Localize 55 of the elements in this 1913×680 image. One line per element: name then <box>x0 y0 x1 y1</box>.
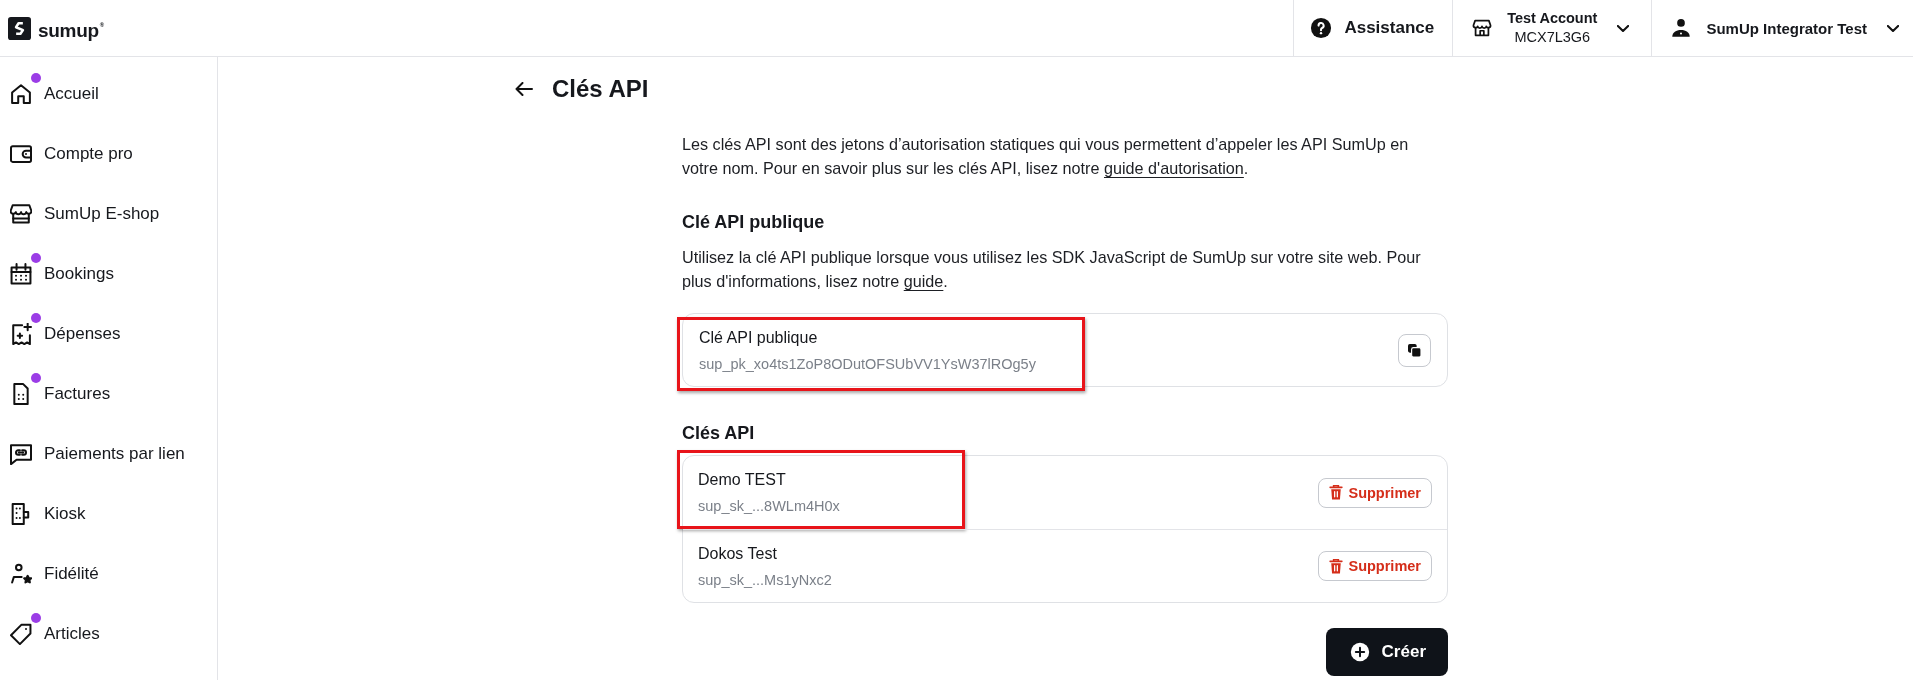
help-button[interactable]: Assistance <box>1293 0 1453 56</box>
store-icon <box>1471 17 1494 39</box>
chevron-down-icon <box>1617 24 1630 32</box>
user-menu-button[interactable]: SumUp Integrator Test <box>1651 0 1913 56</box>
intro-text: Les clés API sont des jetons d’autorisation statiques qui vous permettent d’appeler les API SumUp en votre nom. Pour en savoir plus sur les clés API, lisez notre guide d'autorisation. <box>682 134 1410 179</box>
document-icon <box>10 383 32 405</box>
key-label: Clé API publique <box>699 327 819 348</box>
account-name: Test Account <box>1507 9 1598 28</box>
page-title: Clés API <box>552 74 649 104</box>
section-text: Utilisez la clé API publique lorsque vous utilisez les SDK JavaScript de SumUp sur votre site web. Pour plus d'informations, lisez notre guide. <box>682 247 1422 292</box>
key-value: sup_pk_xo4ts1ZoP8ODutOFSUbVV1YsW37lROg5y <box>699 354 1036 374</box>
key-name: Demo TEST <box>698 470 787 490</box>
section-heading: Clés API <box>682 422 756 445</box>
delete-button[interactable]: Supprimer <box>1318 551 1432 581</box>
house-icon <box>10 83 32 105</box>
person-star-icon <box>10 563 32 585</box>
sidebar-item[interactable]: Factures <box>0 364 217 424</box>
sidebar-item[interactable]: Paiements par lien <box>0 424 217 484</box>
sidebar-item[interactable]: Compte pro <box>0 124 217 184</box>
sidebar-item[interactable]: Dépenses <box>0 304 217 364</box>
delete-button[interactable]: Supprimer <box>1318 477 1432 508</box>
receipt-sparkle-icon <box>10 323 32 345</box>
sidebar-item[interactable]: Bookings <box>0 244 217 304</box>
chevron-down-icon <box>1887 24 1899 32</box>
person-icon <box>1670 17 1693 39</box>
sidebar-item[interactable]: SumUp E-shop <box>0 184 217 244</box>
sidebar-item[interactable]: Accueil <box>0 64 217 124</box>
help-icon <box>1310 17 1333 39</box>
create-button[interactable]: Créer <box>1325 628 1448 676</box>
back-button[interactable] <box>514 79 534 99</box>
account-code: MCX7L3G6 <box>1514 28 1591 47</box>
store-icon <box>10 203 32 225</box>
logo-wordmark: sumup$^{®}$ <box>38 19 104 42</box>
account-switcher[interactable]: Test Account MCX7L3G6 <box>1452 0 1652 56</box>
tag-icon <box>10 623 32 645</box>
guide-link[interactable]: guide d'autorisation <box>1103 159 1244 177</box>
logo-icon <box>8 16 31 40</box>
copy-icon <box>1408 343 1421 357</box>
trash-icon <box>1329 558 1344 574</box>
chat-link-icon <box>10 443 32 465</box>
section-heading: Clé API publique <box>682 211 826 234</box>
key-value: sup_sk_...Ms1yNxc2 <box>698 570 832 590</box>
sidebar-item[interactable]: Articles <box>0 604 217 664</box>
arrow-left-icon <box>515 82 533 96</box>
guide-link[interactable]: guide <box>903 272 944 290</box>
kiosk-icon <box>10 503 32 525</box>
key-name: Dokos Test <box>698 543 778 564</box>
plus-circle-icon <box>1349 642 1370 662</box>
wallet-icon <box>10 143 32 165</box>
sidebar-item[interactable]: Kiosk <box>0 484 217 544</box>
trash-icon <box>1329 485 1344 500</box>
sidebar-item[interactable]: Fidélité <box>0 544 217 604</box>
key-value: sup_sk_...8WLm4H0x <box>698 497 840 516</box>
calendar-icon <box>10 263 32 285</box>
copy-button[interactable] <box>1398 333 1431 367</box>
